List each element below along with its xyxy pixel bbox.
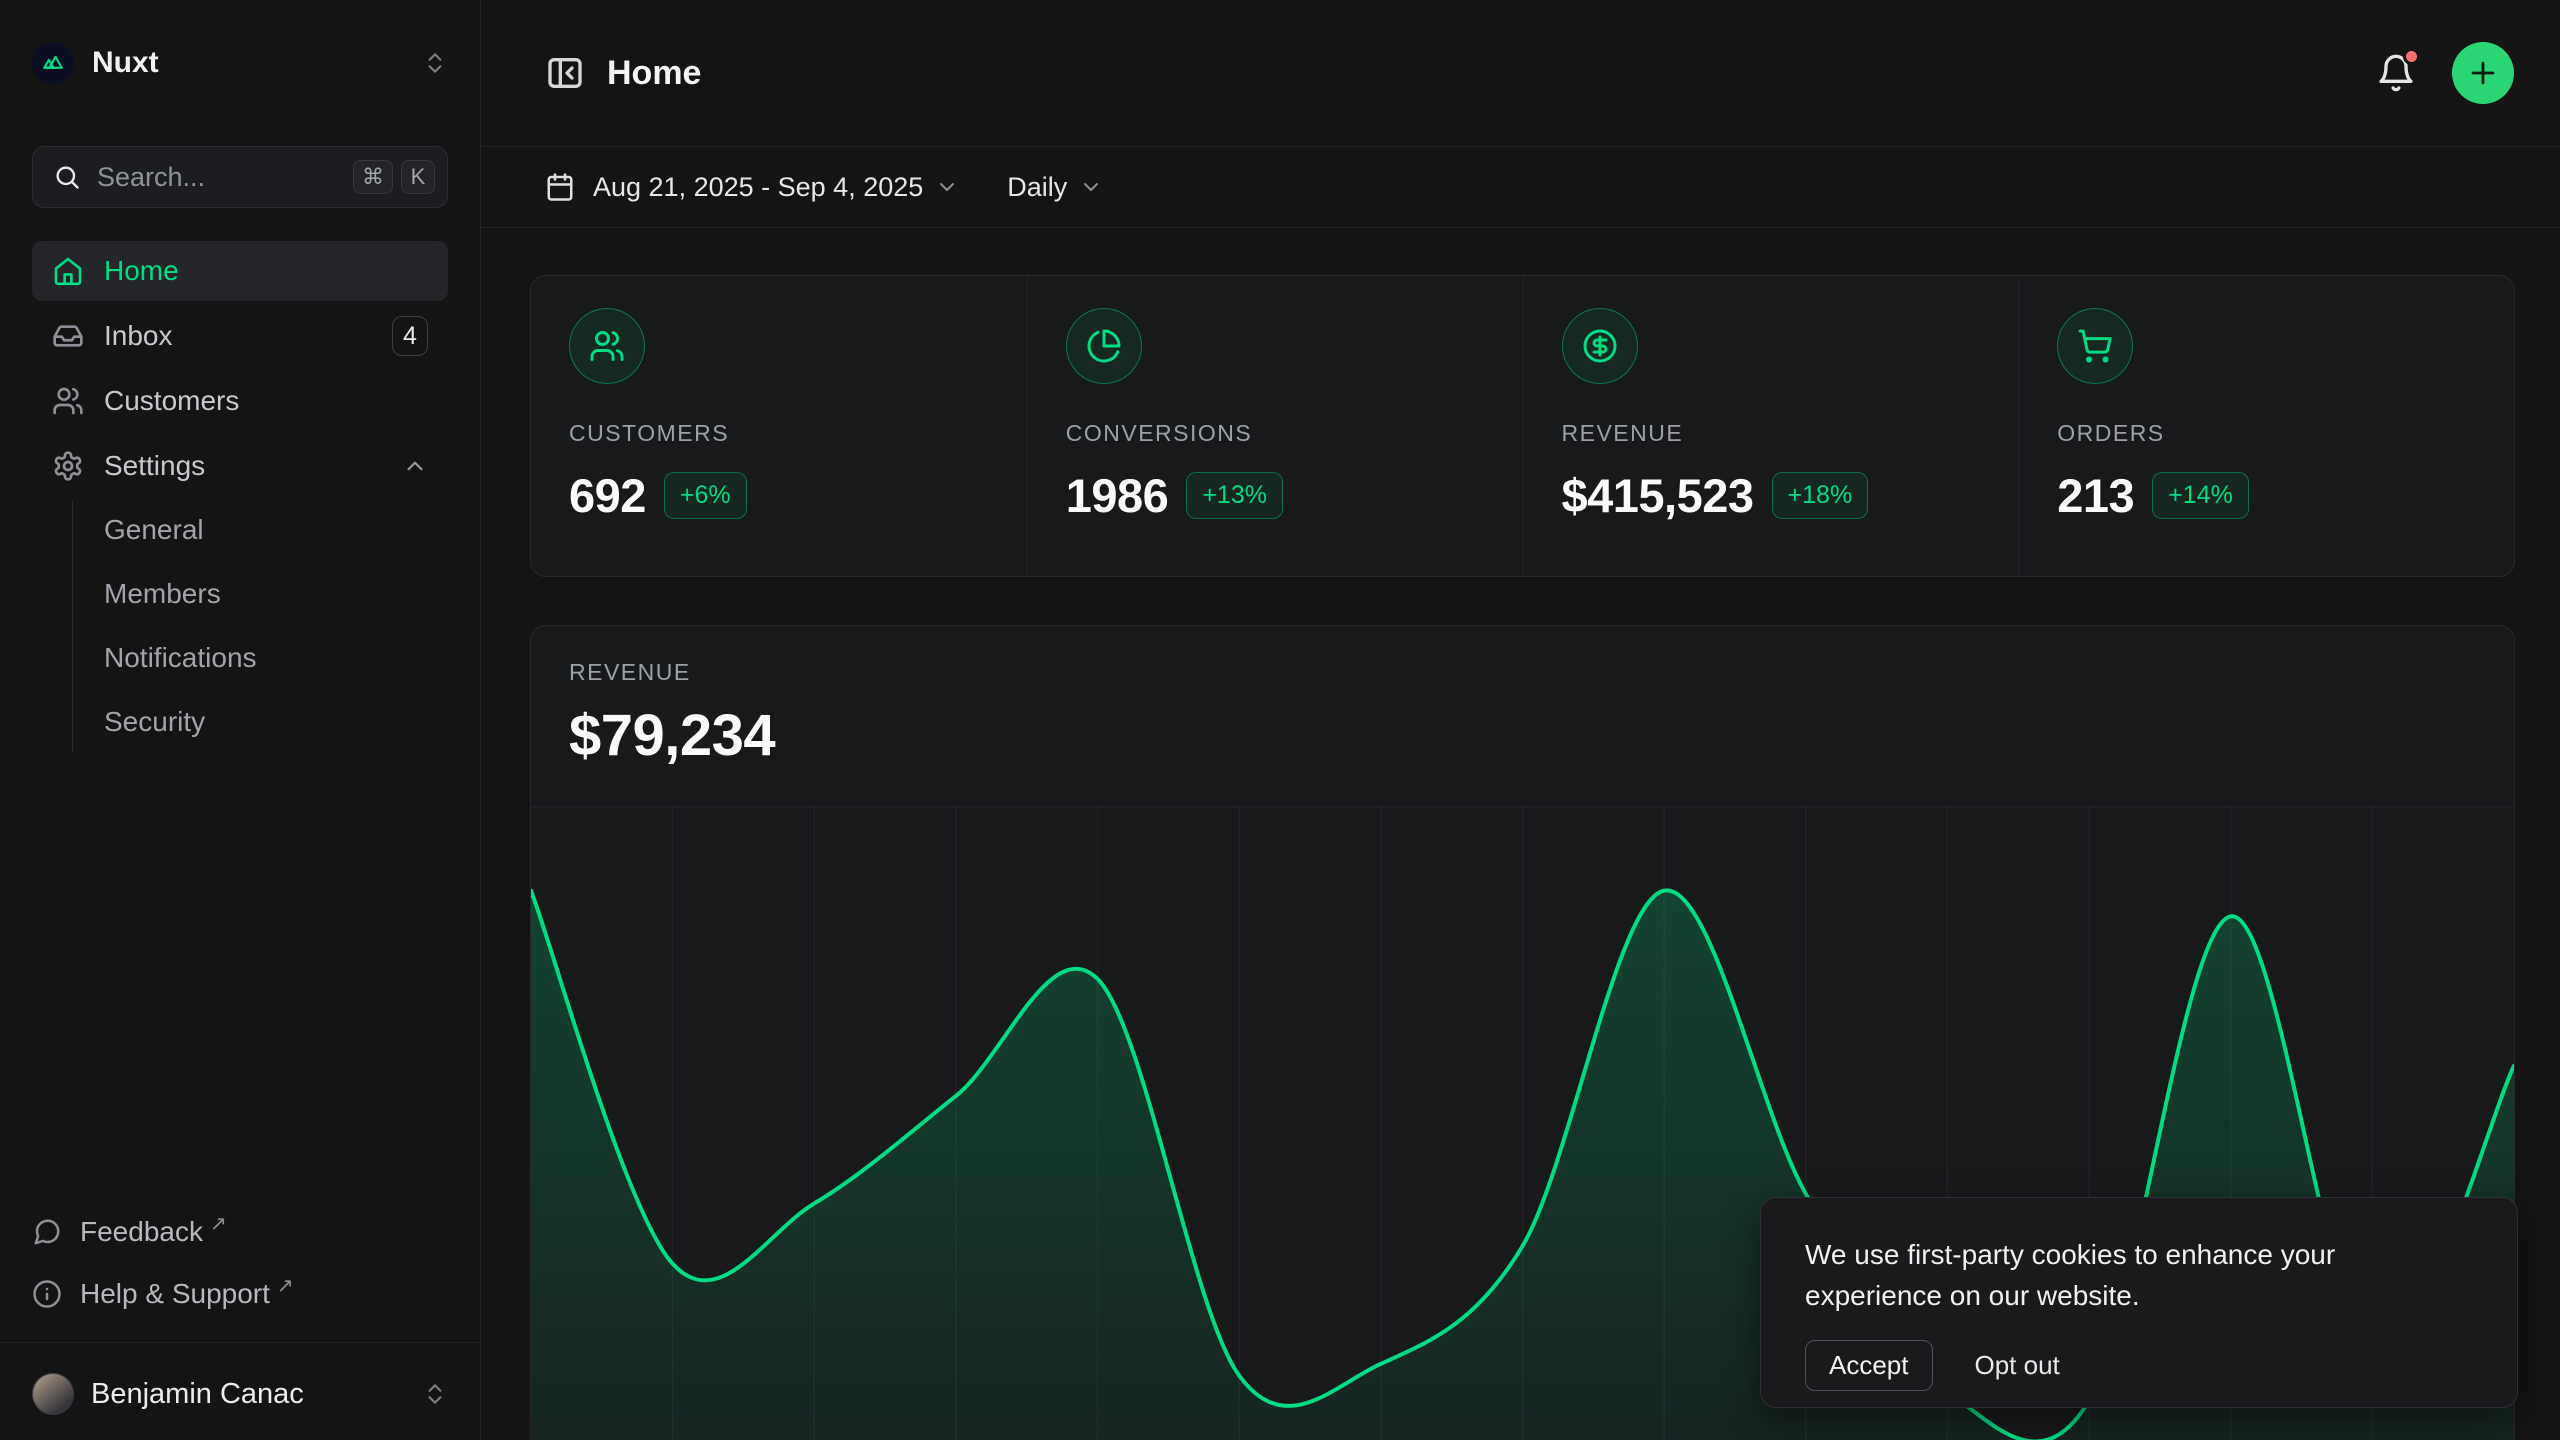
sidebar-collapse-button[interactable] [545, 53, 585, 93]
users-icon [569, 308, 645, 384]
stat-value: 213 [2057, 468, 2134, 523]
sidebar-item-customers[interactable]: Customers [32, 371, 448, 431]
sidebar-item-security[interactable]: Security [104, 694, 448, 750]
sidebar-item-help-support[interactable]: Help & Support ↗ [32, 1267, 448, 1321]
search-icon [53, 163, 81, 191]
gear-icon [52, 450, 84, 482]
stat-revenue[interactable]: REVENUE $415,523 +18% [1523, 276, 2019, 576]
date-range-value: Aug 21, 2025 - Sep 4, 2025 [593, 172, 923, 203]
app-root: Nuxt Search... ⌘ K Home Inbox 4 [0, 0, 2560, 1440]
stat-label: REVENUE [1562, 420, 1981, 447]
subnav-label: General [104, 514, 204, 546]
stat-delta-badge: +6% [664, 472, 747, 519]
stat-orders[interactable]: ORDERS 213 +14% [2018, 276, 2514, 576]
stat-conversions[interactable]: CONVERSIONS 1986 +13% [1027, 276, 1523, 576]
unread-dot [2403, 48, 2420, 65]
add-button[interactable] [2452, 42, 2514, 104]
shopping-cart-icon [2057, 308, 2133, 384]
workspace-name: Nuxt [92, 46, 422, 80]
stat-label: ORDERS [2057, 420, 2476, 447]
sidebar-item-label: Feedback [80, 1216, 203, 1248]
sidebar-item-members[interactable]: Members [104, 566, 448, 622]
stat-delta-badge: +13% [1186, 472, 1283, 519]
sidebar-item-notifications[interactable]: Notifications [104, 630, 448, 686]
stat-value: 692 [569, 468, 646, 523]
sidebar-item-label: Home [104, 255, 179, 287]
stat-label: CUSTOMERS [569, 420, 989, 447]
sidebar-divider [0, 1342, 480, 1343]
sidebar-item-label: Settings [104, 450, 205, 482]
stat-delta-badge: +18% [1772, 472, 1869, 519]
page-header: Home [481, 0, 2560, 147]
inbox-icon [52, 320, 84, 352]
accept-button[interactable]: Accept [1805, 1340, 1933, 1391]
chevron-down-icon [935, 175, 959, 199]
external-link-icon: ↗ [210, 1211, 227, 1236]
date-range-picker[interactable]: Aug 21, 2025 - Sep 4, 2025 [545, 172, 959, 203]
sidebar-item-home[interactable]: Home [32, 241, 448, 301]
sidebar-item-label: Inbox [104, 320, 173, 352]
sidebar-item-feedback[interactable]: Feedback ↗ [32, 1205, 448, 1259]
revenue-panel-label: REVENUE [569, 659, 2476, 686]
notifications-button[interactable] [2376, 53, 2416, 93]
sidebar-item-label: Help & Support [80, 1278, 270, 1310]
users-icon [52, 385, 84, 417]
subnav-label: Notifications [104, 642, 257, 674]
stat-delta-badge: +14% [2152, 472, 2249, 519]
chevrons-up-down-icon [422, 50, 448, 76]
user-name: Benjamin Canac [91, 1378, 422, 1411]
stat-value: 1986 [1066, 468, 1169, 523]
stat-customers[interactable]: CUSTOMERS 692 +6% [531, 276, 1027, 576]
nuxt-logo-icon [32, 42, 74, 84]
chevron-up-icon [402, 453, 428, 479]
sidebar-item-inbox[interactable]: Inbox 4 [32, 306, 448, 366]
subnav-guide-line [72, 500, 73, 752]
kbd-k: K [401, 160, 435, 194]
stat-label: CONVERSIONS [1066, 420, 1485, 447]
inbox-count-badge: 4 [392, 316, 428, 356]
calendar-icon [545, 172, 575, 202]
granularity-value: Daily [1007, 172, 1067, 203]
message-circle-icon [32, 1217, 62, 1247]
stats-card: CUSTOMERS 692 +6% CONVERSIONS 1986 +13% [530, 275, 2515, 577]
sidebar-item-general[interactable]: General [104, 502, 448, 558]
user-menu[interactable]: Benjamin Canac [32, 1366, 448, 1422]
chevron-down-icon [1079, 175, 1103, 199]
info-icon [32, 1279, 62, 1309]
opt-out-button[interactable]: Opt out [1975, 1350, 2060, 1381]
workspace-switcher[interactable]: Nuxt [32, 40, 448, 86]
granularity-select[interactable]: Daily [1007, 172, 1103, 203]
cookie-message: We use first-party cookies to enhance yo… [1805, 1234, 2473, 1316]
sidebar: Nuxt Search... ⌘ K Home Inbox 4 [0, 0, 481, 1440]
circle-dollar-icon [1562, 308, 1638, 384]
revenue-panel-value: $79,234 [569, 702, 2476, 769]
chevrons-up-down-icon [422, 1381, 448, 1407]
kbd-meta: ⌘ [353, 160, 393, 194]
subnav-label: Security [104, 706, 205, 738]
home-icon [52, 255, 84, 287]
search-input[interactable]: Search... ⌘ K [32, 146, 448, 208]
filter-toolbar: Aug 21, 2025 - Sep 4, 2025 Daily [481, 147, 2560, 228]
cookie-banner: We use first-party cookies to enhance yo… [1760, 1197, 2518, 1408]
avatar [32, 1373, 74, 1415]
subnav-label: Members [104, 578, 221, 610]
page-title: Home [607, 54, 701, 93]
external-link-icon: ↗ [277, 1273, 294, 1298]
pie-chart-icon [1066, 308, 1142, 384]
sidebar-item-label: Customers [104, 385, 239, 417]
stat-value: $415,523 [1562, 468, 1754, 523]
sidebar-item-settings[interactable]: Settings [32, 436, 448, 496]
search-placeholder: Search... [97, 162, 345, 193]
